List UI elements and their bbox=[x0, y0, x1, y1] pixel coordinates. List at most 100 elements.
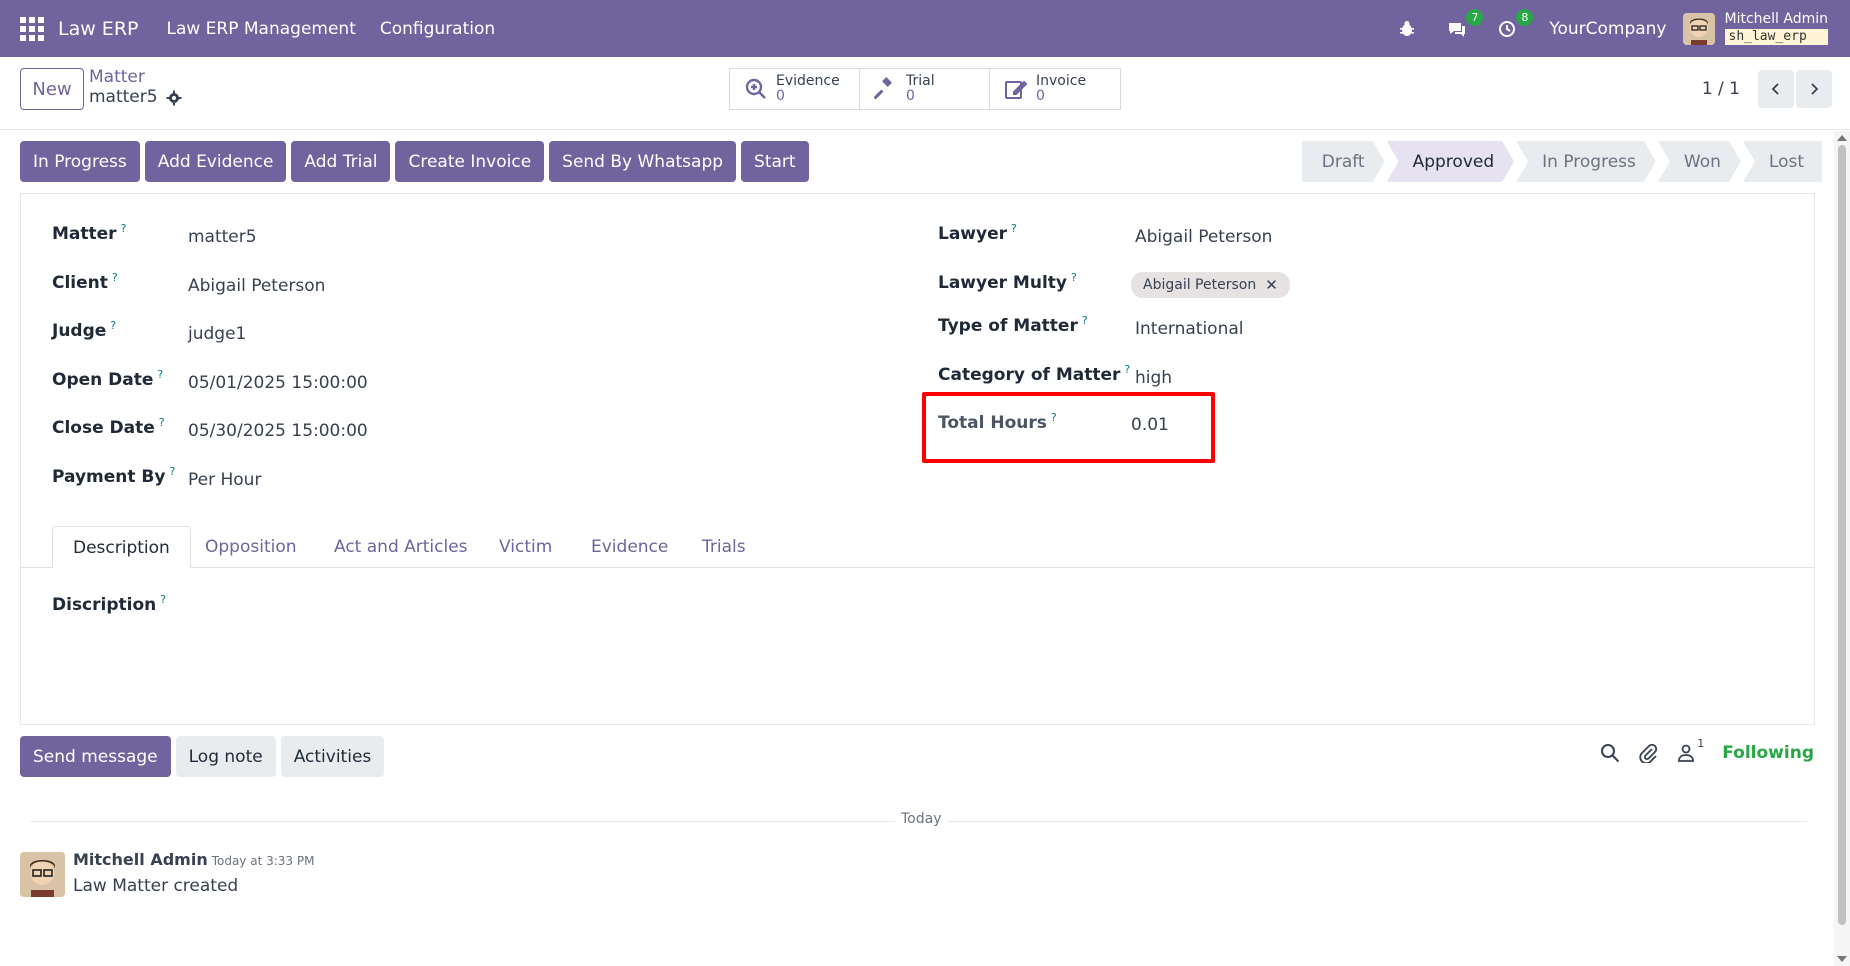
close-date-label: Close Date bbox=[52, 418, 155, 438]
field-close-date-label: Close Date? bbox=[52, 416, 165, 438]
help-tooltip-icon[interactable]: ? bbox=[157, 368, 163, 381]
help-tooltip-icon[interactable]: ? bbox=[110, 319, 116, 332]
matter-value[interactable]: matter5 bbox=[188, 227, 257, 247]
remove-tag-icon[interactable]: ✕ bbox=[1265, 276, 1278, 294]
invoice-smart-button[interactable]: Invoice 0 bbox=[990, 69, 1120, 109]
form-notebook-tabs: Description Opposition Act and Articles … bbox=[21, 526, 1814, 569]
scroll-down-arrow-icon[interactable] bbox=[1837, 956, 1847, 962]
matter-label: Matter bbox=[52, 224, 117, 244]
pager-previous-button[interactable] bbox=[1758, 70, 1794, 108]
stage-in-progress[interactable]: In Progress bbox=[1516, 141, 1656, 182]
lawyer-multy-tag: Abigail Peterson ✕ bbox=[1131, 272, 1290, 298]
magnify-icon bbox=[745, 78, 766, 99]
smart-buttons: Evidence 0 Trial 0 Invoice 0 bbox=[729, 68, 1121, 110]
user-icon bbox=[1678, 744, 1695, 762]
breadcrumb-current: matter5 bbox=[89, 87, 182, 107]
edit-icon bbox=[1005, 80, 1028, 99]
paperclip-icon[interactable] bbox=[1638, 743, 1658, 763]
tab-trials[interactable]: Trials bbox=[702, 526, 746, 568]
scroll-thumb[interactable] bbox=[1838, 145, 1846, 925]
type-of-matter-value[interactable]: International bbox=[1135, 319, 1244, 339]
pager-value[interactable]: 1 / 1 bbox=[1702, 79, 1740, 99]
app-brand[interactable]: Law ERP bbox=[58, 18, 138, 40]
stage-approved[interactable]: Approved bbox=[1387, 141, 1515, 182]
tab-description[interactable]: Description bbox=[52, 526, 191, 569]
scroll-up-arrow-icon[interactable] bbox=[1837, 135, 1847, 141]
description-label: Discription bbox=[52, 595, 157, 615]
help-tooltip-icon[interactable]: ? bbox=[1071, 271, 1077, 284]
in-progress-button[interactable]: In Progress bbox=[20, 141, 140, 182]
lawyer-multy-label: Lawyer Multy bbox=[938, 273, 1067, 293]
help-tooltip-icon[interactable]: ? bbox=[1082, 314, 1088, 327]
trial-smart-button[interactable]: Trial 0 bbox=[860, 69, 990, 109]
breadcrumb-parent[interactable]: Matter bbox=[89, 67, 182, 87]
close-date-value[interactable]: 05/30/2025 15:00:00 bbox=[188, 421, 368, 441]
stage-won[interactable]: Won bbox=[1658, 141, 1741, 182]
activities-clock-icon[interactable]: 8 bbox=[1493, 8, 1534, 43]
stage-draft[interactable]: Draft bbox=[1302, 141, 1385, 182]
field-judge-label: Judge? bbox=[52, 319, 116, 341]
message-author-avatar[interactable] bbox=[20, 852, 65, 897]
client-label: Client bbox=[52, 273, 108, 293]
client-value[interactable]: Abigail Peterson bbox=[188, 276, 325, 296]
apps-menu-icon[interactable] bbox=[20, 16, 44, 41]
help-tooltip-icon[interactable]: ? bbox=[112, 271, 118, 284]
pager-next-button[interactable] bbox=[1796, 70, 1832, 108]
add-evidence-button[interactable]: Add Evidence bbox=[144, 141, 287, 182]
invoice-label: Invoice bbox=[1036, 73, 1087, 90]
payment-by-label: Payment By bbox=[52, 467, 166, 487]
field-lawyer-label: Lawyer? bbox=[938, 222, 1017, 244]
following-button[interactable]: Following bbox=[1722, 743, 1814, 763]
lawyer-label: Lawyer bbox=[938, 224, 1008, 244]
messages-icon[interactable]: 7 bbox=[1443, 8, 1484, 43]
help-tooltip-icon[interactable]: ? bbox=[1124, 363, 1130, 376]
user-avatar[interactable] bbox=[1682, 12, 1715, 45]
lawyer-multy-tag-label: Abigail Peterson bbox=[1143, 277, 1257, 293]
log-note-button[interactable]: Log note bbox=[175, 736, 276, 777]
add-trial-button[interactable]: Add Trial bbox=[291, 141, 391, 182]
top-navbar: Law ERP Law ERP Management Configuration… bbox=[0, 0, 1850, 57]
tab-act-and-articles[interactable]: Act and Articles bbox=[334, 526, 468, 568]
header-action-buttons: In Progress Add Evidence Add Trial Creat… bbox=[20, 141, 809, 182]
tab-victim[interactable]: Victim bbox=[499, 526, 552, 568]
field-matter-label: Matter? bbox=[52, 222, 127, 244]
field-total-hours-label: Total Hours? bbox=[938, 411, 1057, 433]
judge-value[interactable]: judge1 bbox=[188, 324, 246, 344]
open-date-value[interactable]: 05/01/2025 15:00:00 bbox=[188, 373, 368, 393]
start-button[interactable]: Start bbox=[741, 141, 809, 182]
payment-by-value[interactable]: Per Hour bbox=[188, 470, 261, 490]
gear-icon[interactable] bbox=[166, 90, 182, 106]
followers-button[interactable]: 1 bbox=[1676, 737, 1704, 763]
user-menu[interactable]: Mitchell Admin sh_law_erp bbox=[1724, 12, 1828, 45]
help-tooltip-icon[interactable]: ? bbox=[169, 465, 175, 478]
send-message-button[interactable]: Send message bbox=[20, 736, 171, 777]
create-invoice-button[interactable]: Create Invoice bbox=[395, 141, 545, 182]
page-scrollbar[interactable] bbox=[1834, 131, 1850, 966]
messages-count-badge: 7 bbox=[1466, 8, 1484, 26]
menu-configuration[interactable]: Configuration bbox=[380, 19, 495, 39]
evidence-smart-button[interactable]: Evidence 0 bbox=[730, 69, 860, 109]
category-of-matter-value[interactable]: high bbox=[1135, 368, 1172, 388]
search-icon[interactable] bbox=[1600, 743, 1620, 763]
tab-evidence[interactable]: Evidence bbox=[591, 526, 668, 568]
message-author-name[interactable]: Mitchell Admin bbox=[73, 850, 208, 869]
menu-law-erp-management[interactable]: Law ERP Management bbox=[166, 19, 355, 39]
lawyer-value[interactable]: Abigail Peterson bbox=[1135, 227, 1272, 247]
stage-lost[interactable]: Lost bbox=[1742, 141, 1822, 182]
message-body: Law Matter created bbox=[73, 876, 239, 896]
new-button[interactable]: New bbox=[20, 68, 84, 110]
activities-button[interactable]: Activities bbox=[280, 736, 385, 777]
company-switcher[interactable]: YourCompany bbox=[1549, 19, 1666, 39]
trial-count: 0 bbox=[906, 88, 915, 104]
send-by-whatsapp-button[interactable]: Send By Whatsapp bbox=[549, 141, 737, 182]
debug-bug-icon[interactable] bbox=[1393, 15, 1421, 43]
total-hours-label: Total Hours bbox=[938, 413, 1047, 433]
help-tooltip-icon[interactable]: ? bbox=[1051, 411, 1057, 424]
help-tooltip-icon[interactable]: ? bbox=[121, 222, 127, 235]
help-tooltip-icon[interactable]: ? bbox=[1011, 222, 1017, 235]
trial-label: Trial bbox=[906, 73, 935, 90]
help-tooltip-icon[interactable]: ? bbox=[160, 593, 166, 606]
tab-opposition[interactable]: Opposition bbox=[205, 526, 297, 568]
category-of-matter-label: Category of Matter bbox=[938, 365, 1121, 385]
help-tooltip-icon[interactable]: ? bbox=[159, 416, 165, 429]
